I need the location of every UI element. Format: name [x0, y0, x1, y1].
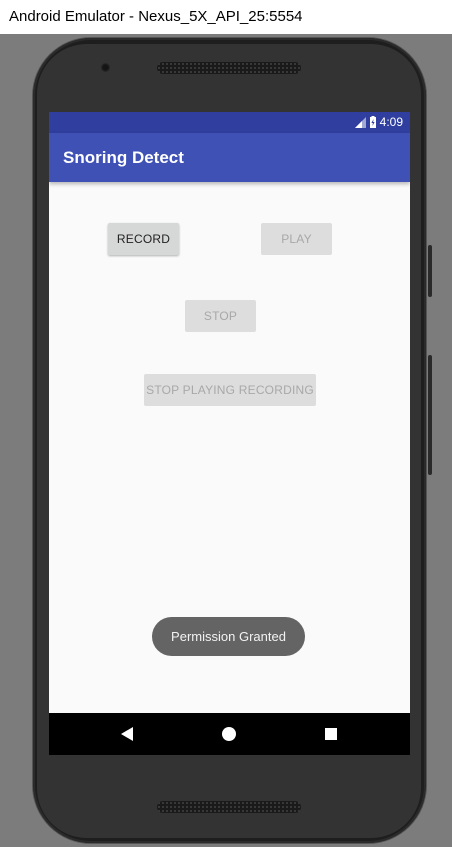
recents-icon	[325, 728, 337, 740]
record-button[interactable]: RECORD	[108, 223, 179, 255]
front-camera	[101, 63, 110, 72]
battery-icon	[370, 116, 376, 128]
toast-message: Permission Granted	[152, 617, 305, 656]
power-button[interactable]	[428, 245, 432, 297]
stop-button[interactable]: STOP	[185, 300, 256, 332]
home-icon	[222, 727, 236, 741]
back-button[interactable]	[107, 713, 147, 755]
stop-playing-recording-button[interactable]: STOP PLAYING RECORDING	[144, 374, 316, 406]
volume-rocker[interactable]	[428, 355, 432, 475]
app-title: Snoring Detect	[63, 148, 184, 167]
top-speaker-grille	[157, 62, 301, 74]
emulator-window-title: Android Emulator - Nexus_5X_API_25:5554	[0, 0, 452, 34]
device-screen: 4:09 Snoring Detect RECORD PLAY STOP STO…	[49, 112, 410, 755]
navigation-bar	[49, 713, 410, 755]
recents-button[interactable]	[311, 713, 351, 755]
status-time: 4:09	[379, 115, 403, 129]
play-button[interactable]: PLAY	[261, 223, 332, 255]
status-bar: 4:09	[49, 112, 410, 133]
bottom-speaker-grille	[157, 801, 301, 813]
signal-icon	[355, 117, 366, 128]
back-icon	[121, 727, 133, 741]
home-button[interactable]	[209, 713, 249, 755]
app-toolbar: Snoring Detect	[49, 133, 410, 182]
